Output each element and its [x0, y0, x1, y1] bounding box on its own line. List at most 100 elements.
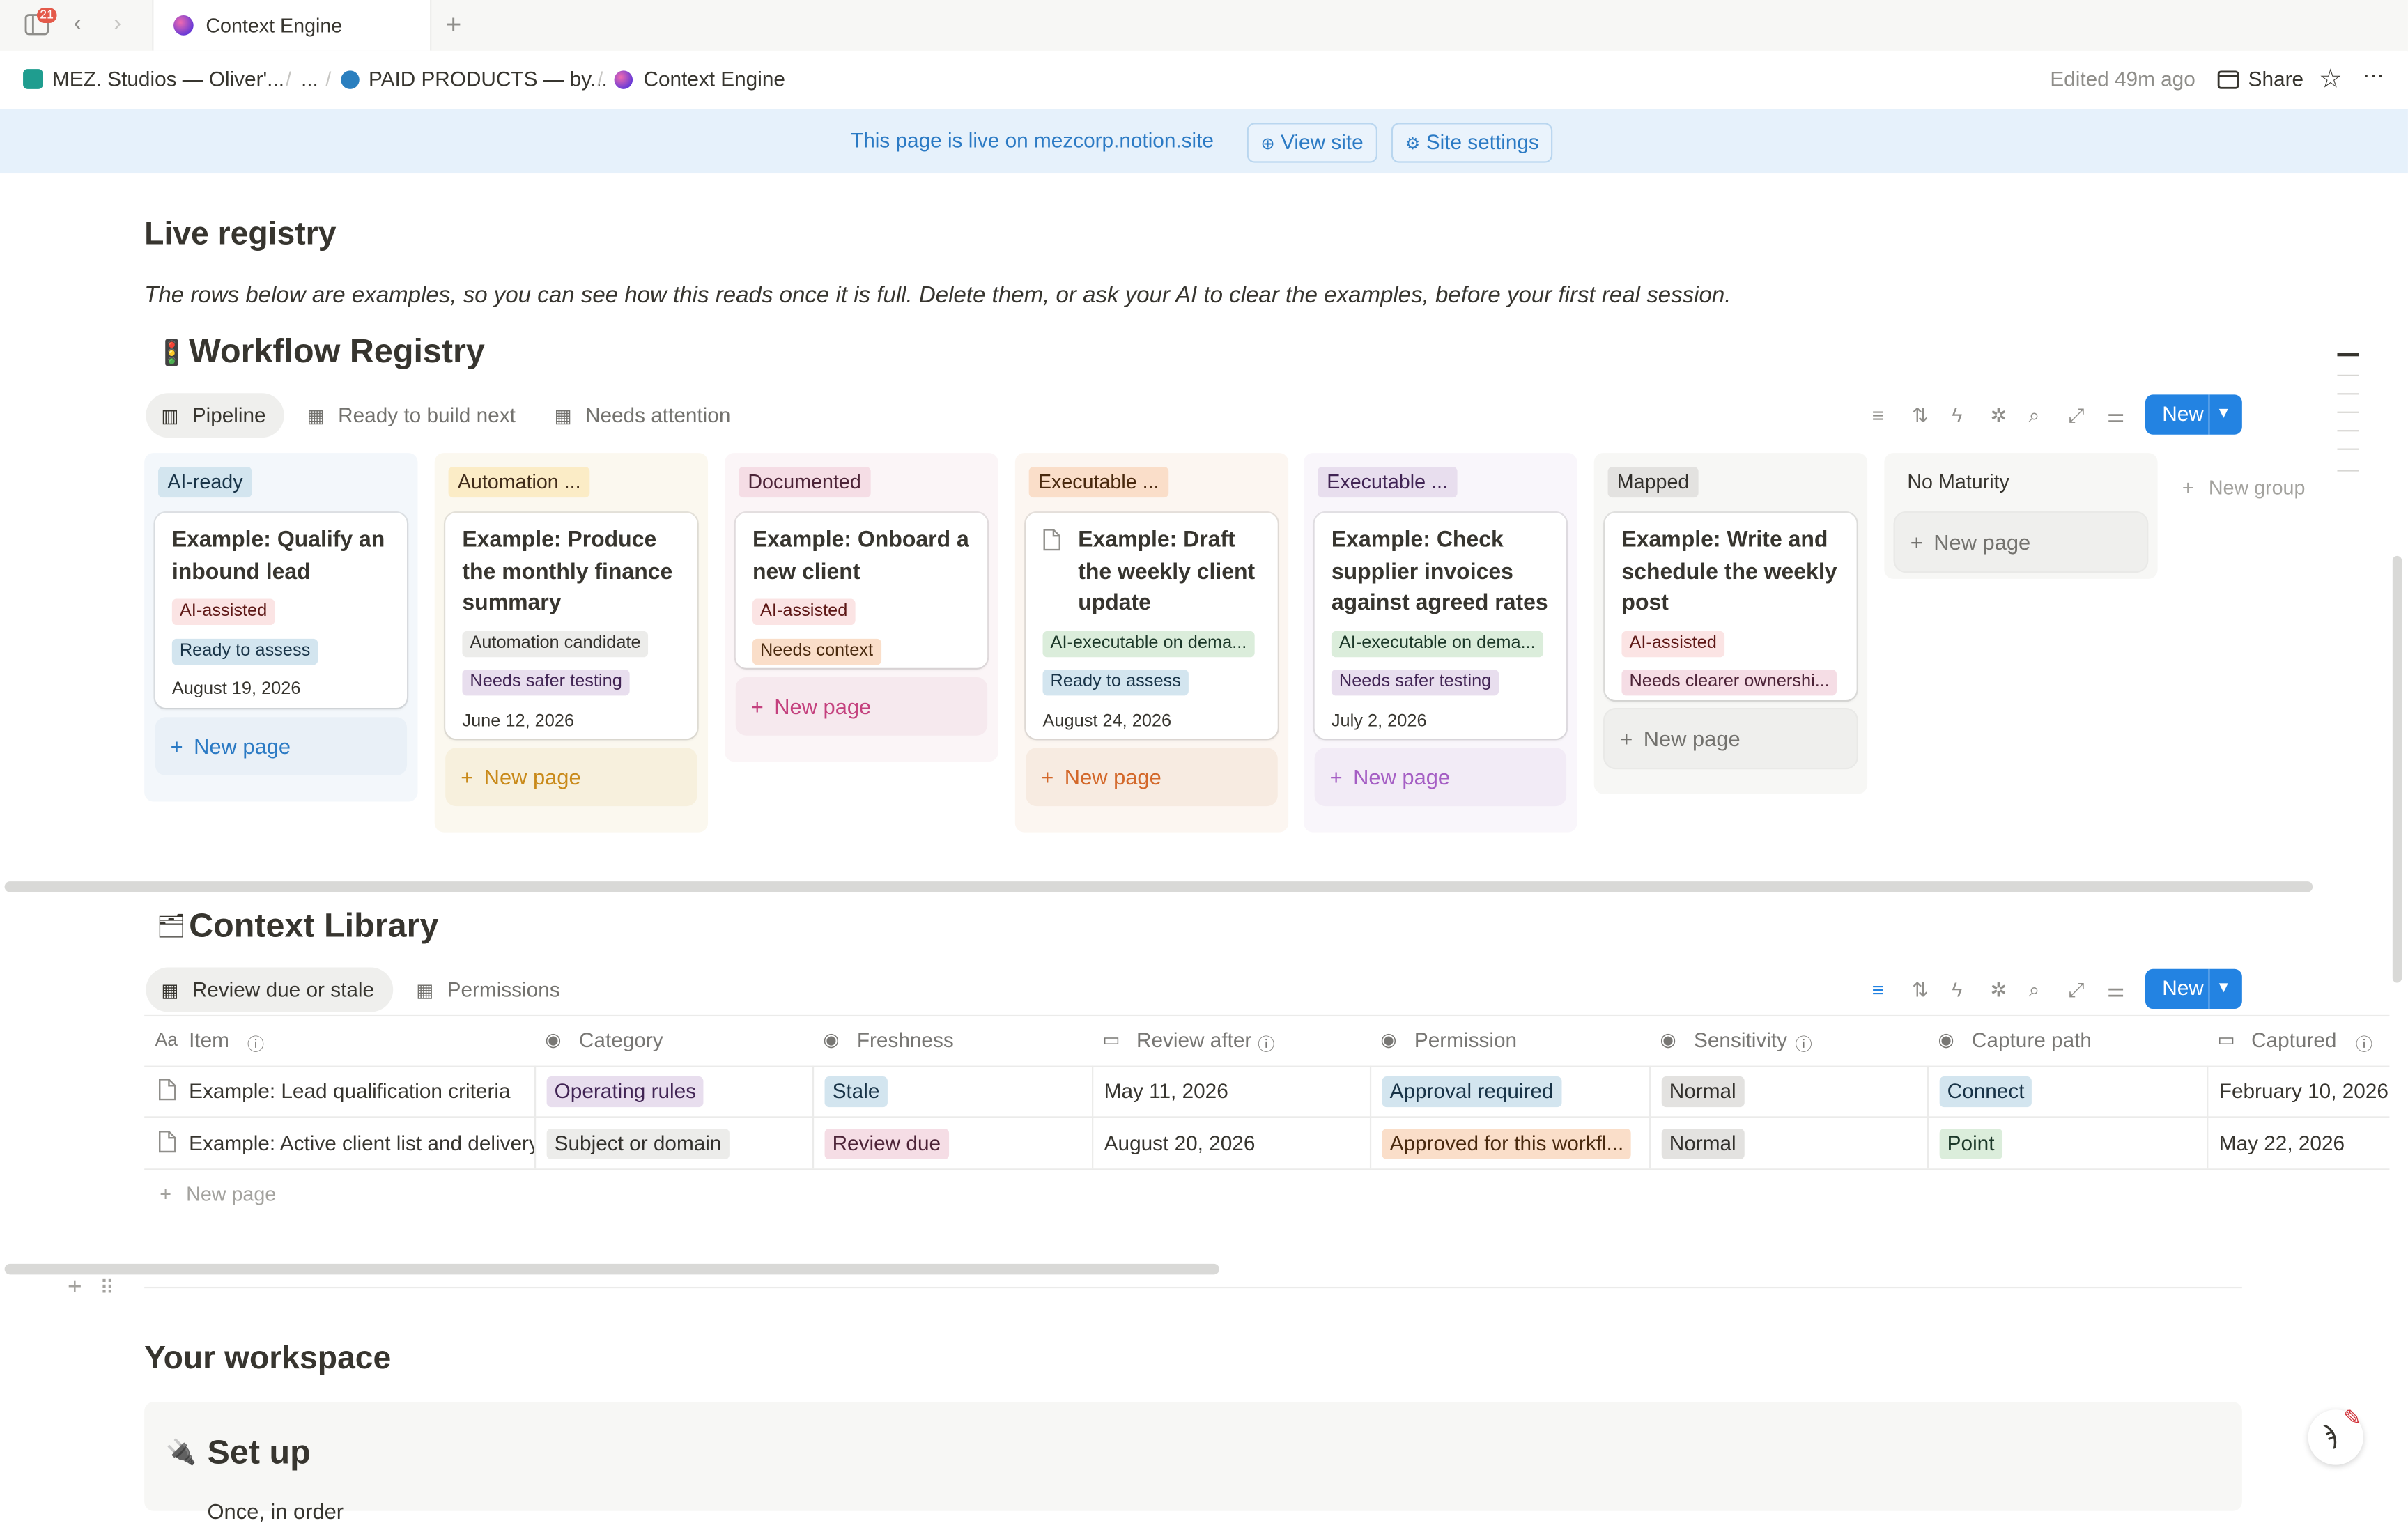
toc-marker[interactable]	[2337, 430, 2359, 432]
new-page-button[interactable]: + New page	[1605, 709, 1857, 768]
tab-pipeline[interactable]: ▥ Pipeline	[146, 393, 285, 438]
new-page-button[interactable]: + New page	[1026, 748, 1278, 807]
row-title[interactable]: Example: Active client list and delivery	[189, 1131, 534, 1154]
column-header[interactable]: Capture path	[1972, 1029, 2092, 1052]
column-header[interactable]: Item	[189, 1029, 229, 1052]
toc-marker[interactable]	[2337, 393, 2359, 395]
board-card[interactable]: Example: Draft the weekly client update A…	[1026, 513, 1278, 739]
captured-cell[interactable]: May 22, 2026	[2219, 1131, 2345, 1154]
freshness-pill[interactable]: Review due	[824, 1128, 949, 1160]
new-tab-button[interactable]: +	[445, 10, 461, 38]
search-icon[interactable]: ⌕	[2028, 404, 2039, 428]
chevron-down-icon[interactable]: ▼	[2216, 969, 2231, 1009]
board-card[interactable]: Example: Produce the monthly finance sum…	[445, 513, 697, 739]
info-icon[interactable]: ⓘ	[2356, 1032, 2372, 1056]
group-label[interactable]: Automation ...	[448, 467, 590, 498]
ai-sparkle-icon[interactable]: ✲	[1990, 978, 2007, 1003]
tab-permissions[interactable]: ▦ Permissions	[401, 968, 578, 1012]
sensitivity-pill[interactable]: Normal	[1661, 1128, 1744, 1160]
more-options-icon[interactable]: ···	[2362, 60, 2385, 91]
toc-marker[interactable]	[2337, 411, 2359, 413]
notion-ai-button[interactable]: ϡ ✎	[2308, 1405, 2363, 1465]
view-site-button[interactable]: ⊕ View site	[1247, 123, 1377, 163]
workflow-registry-title[interactable]: Workflow Registry	[189, 332, 485, 371]
drag-handle-icon[interactable]: ⠿	[100, 1276, 114, 1301]
filter-icon[interactable]: ≡	[1872, 978, 1884, 1001]
table-scrollbar[interactable]	[4, 1263, 1219, 1275]
new-record-button[interactable]: New ▼	[2145, 394, 2242, 435]
column-header[interactable]: Captured	[2251, 1029, 2336, 1052]
chevron-down-icon[interactable]: ▼	[2216, 394, 2231, 434]
info-icon[interactable]: ⓘ	[1795, 1032, 1812, 1056]
column-header[interactable]: Category	[579, 1029, 663, 1052]
breadcrumb-current[interactable]: Context Engine	[643, 68, 785, 91]
freshness-pill[interactable]: Stale	[824, 1076, 888, 1108]
board-card[interactable]: Example: Write and schedule the weekly p…	[1605, 513, 1857, 701]
tab-needs-attention[interactable]: ▦ Needs attention	[539, 393, 749, 438]
category-pill[interactable]: Operating rules	[546, 1076, 704, 1108]
settings-sliders-icon[interactable]: ⚌	[2107, 404, 2125, 428]
share-button[interactable]: Share	[2248, 68, 2303, 91]
board-card[interactable]: Example: Qualify an inbound lead AI-assis…	[155, 513, 408, 709]
forward-icon[interactable]: ›	[114, 13, 121, 36]
toc-marker[interactable]	[2337, 448, 2359, 450]
board-card[interactable]: Example: Check supplier invoices against…	[1314, 513, 1567, 739]
board-scrollbar[interactable]	[4, 881, 2313, 892]
captured-cell[interactable]: February 10, 2026	[2219, 1079, 2388, 1102]
permission-pill[interactable]: Approval required	[1382, 1076, 1561, 1108]
new-record-button[interactable]: New ▼	[2145, 968, 2242, 1010]
new-page-button[interactable]: + New page	[445, 748, 697, 807]
expand-icon[interactable]: ⤢	[2069, 978, 2085, 1003]
group-label[interactable]: Documented	[739, 467, 871, 498]
group-label[interactable]: Mapped	[1607, 467, 1699, 498]
filter-icon[interactable]: ≡	[1872, 404, 1884, 427]
context-library-title[interactable]: Context Library	[189, 906, 438, 945]
add-block-icon[interactable]: +	[68, 1274, 82, 1302]
group-label[interactable]: Executable ...	[1318, 467, 1458, 498]
sensitivity-pill[interactable]: Normal	[1661, 1076, 1744, 1108]
search-icon[interactable]: ⌕	[2028, 978, 2039, 1003]
toc-marker[interactable]	[2337, 353, 2359, 357]
info-icon[interactable]: ⓘ	[247, 1032, 264, 1056]
settings-sliders-icon[interactable]: ⚌	[2107, 978, 2125, 1003]
new-page-button[interactable]: + New page	[735, 677, 988, 736]
group-label[interactable]: Executable ...	[1028, 467, 1168, 498]
review-after-cell[interactable]: May 11, 2026	[1104, 1079, 1228, 1102]
tab-ready-to-build-next[interactable]: ▦ Ready to build next	[292, 393, 534, 438]
breadcrumb-workspace[interactable]: MEZ. Studios — Oliver'...	[52, 68, 284, 91]
column-header[interactable]: Review after	[1136, 1029, 1251, 1052]
column-header[interactable]: Permission	[1414, 1029, 1517, 1052]
automation-icon[interactable]: ϟ	[1952, 404, 1962, 427]
page-scrollbar[interactable]	[2392, 555, 2402, 983]
category-pill[interactable]: Subject or domain	[546, 1128, 730, 1160]
breadcrumb-ellipsis[interactable]: ...	[301, 68, 318, 91]
back-icon[interactable]: ‹	[74, 13, 82, 36]
group-label[interactable]: AI-ready	[158, 467, 252, 498]
capture-path-pill[interactable]: Connect	[1939, 1076, 2032, 1108]
new-page-button[interactable]: + New page	[1314, 748, 1567, 807]
favorite-star-icon[interactable]: ☆	[2319, 65, 2343, 95]
column-header[interactable]: Sensitivity	[1694, 1029, 1787, 1052]
automation-icon[interactable]: ϟ	[1952, 978, 1962, 1001]
new-page-button[interactable]: + New page	[160, 1182, 276, 1205]
tab-review-due-or-stale[interactable]: ▦ Review due or stale	[146, 967, 393, 1012]
review-after-cell[interactable]: August 20, 2026	[1104, 1131, 1256, 1154]
ai-sparkle-icon[interactable]: ✲	[1990, 404, 2007, 428]
board-card[interactable]: Example: Onboard a new client AI-assisted…	[735, 513, 988, 668]
expand-icon[interactable]: ⤢	[2069, 404, 2085, 428]
sort-icon[interactable]: ⇅	[1912, 404, 1929, 428]
new-page-button[interactable]: + New page	[155, 717, 408, 776]
site-settings-button[interactable]: ⚙ Site settings	[1391, 123, 1553, 163]
column-header[interactable]: Freshness	[857, 1029, 954, 1052]
new-group-button[interactable]: + New group	[2182, 476, 2306, 499]
toc-marker[interactable]	[2337, 470, 2359, 472]
group-label[interactable]: No Maturity	[1898, 467, 2019, 497]
permission-pill[interactable]: Approved for this workfl...	[1382, 1128, 1632, 1160]
sort-icon[interactable]: ⇅	[1912, 978, 1929, 1003]
new-page-button[interactable]: + New page	[1894, 513, 2147, 571]
breadcrumb-parent[interactable]: PAID PRODUCTS — by...	[369, 68, 608, 91]
toc-marker[interactable]	[2337, 374, 2359, 376]
row-title[interactable]: Example: Lead qualification criteria	[189, 1079, 534, 1102]
capture-path-pill[interactable]: Point	[1939, 1128, 2002, 1160]
info-icon[interactable]: ⓘ	[1258, 1032, 1274, 1056]
